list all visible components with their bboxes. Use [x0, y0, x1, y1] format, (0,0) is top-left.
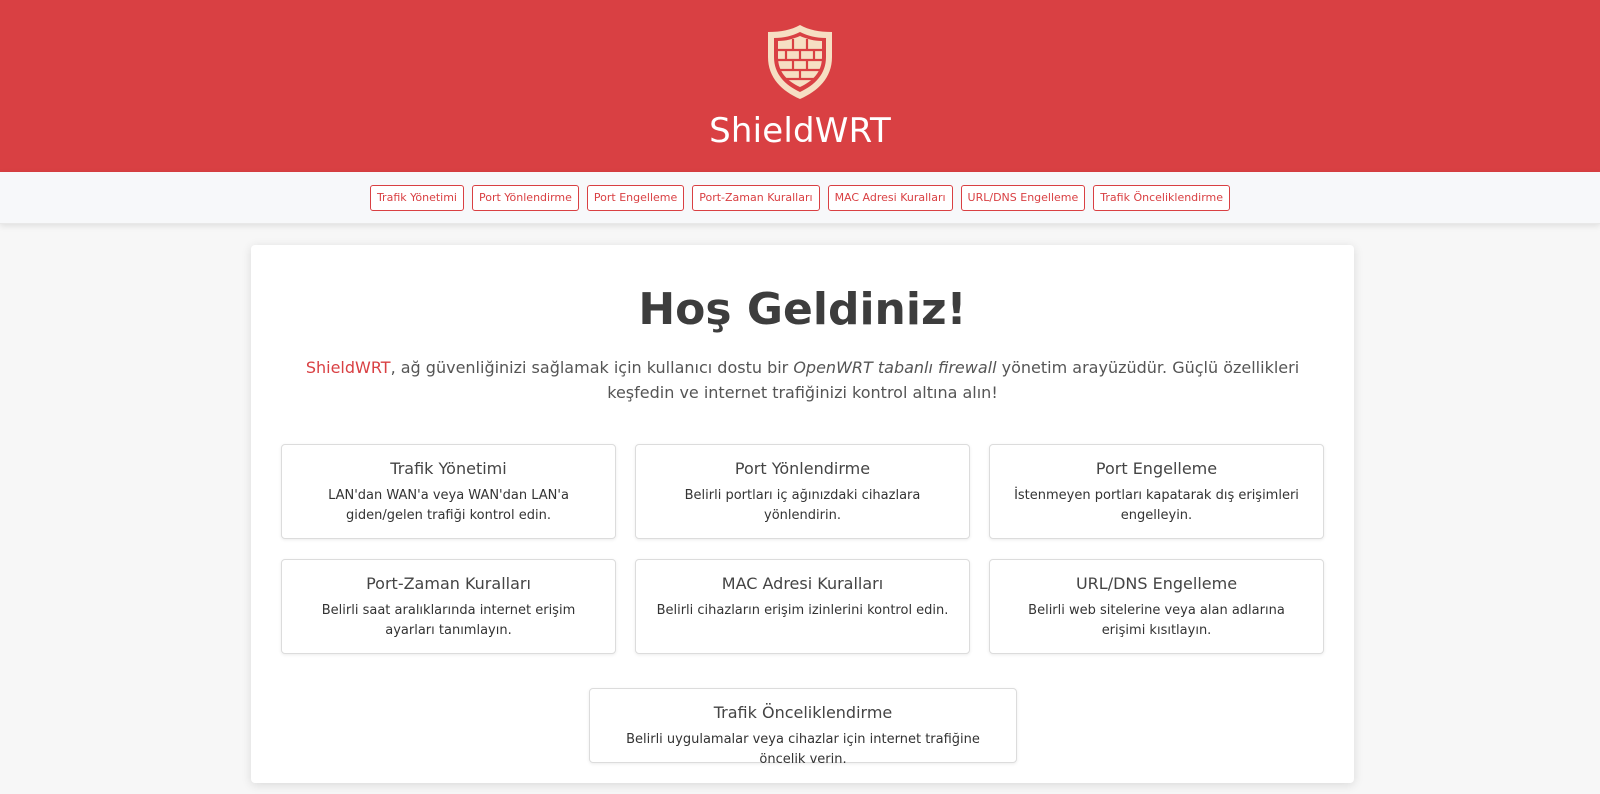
brand-title: ShieldWRT [709, 111, 891, 151]
feature-card-traffic-prioritization[interactable]: Trafik Önceliklendirme Belirli uygulamal… [589, 688, 1017, 767]
feature-card-port-blocking[interactable]: Port Engelleme İstenmeyen portları kapat… [989, 444, 1324, 539]
feature-card-url-dns-blocking[interactable]: URL/DNS Engelleme Belirli web sitelerine… [989, 559, 1324, 654]
feature-desc: Belirli saat aralıklarında internet eriş… [321, 603, 576, 638]
feature-card-mac-address-rules[interactable]: MAC Adresi Kuralları Belirli cihazların … [635, 559, 970, 654]
main-nav: Trafik Yönetimi Port Yönlendirme Port En… [0, 172, 1600, 224]
nav-port-forwarding[interactable]: Port Yönlendirme [471, 184, 579, 211]
nav-port-blocking[interactable]: Port Engelleme [586, 184, 685, 211]
page-title: Hoş Geldiniz! [638, 284, 967, 335]
shield-wall-icon [763, 23, 837, 101]
nav-traffic-prioritization[interactable]: Trafik Önceliklendirme [1093, 184, 1231, 211]
feature-title: Port Yönlendirme [734, 459, 871, 478]
feature-desc: Belirli cihazların erişim izinlerini kon… [656, 603, 949, 618]
intro-brand: ShieldWRT [305, 358, 391, 377]
feature-card-port-time-rules[interactable]: Port-Zaman Kuralları Belirli saat aralık… [281, 559, 616, 654]
intro-text: ShieldWRT, ağ güvenliğinizi sağlamak içi… [291, 355, 1314, 405]
feature-title: Trafik Yönetimi [390, 459, 507, 478]
feature-desc: Belirli portları iç ağınızdaki cihazlara… [684, 488, 921, 523]
feature-desc: İstenmeyen portları kapatarak dış erişim… [1014, 488, 1299, 523]
nav-url-dns-blocking[interactable]: URL/DNS Engelleme [960, 184, 1086, 211]
feature-title: Trafik Önceliklendirme [713, 703, 893, 722]
nav-traffic-management[interactable]: Trafik Yönetimi [369, 184, 464, 211]
intro-part-1: , ağ güvenliğinizi sağlamak için kullanı… [390, 358, 794, 377]
feature-title: MAC Adresi Kuralları [721, 574, 884, 593]
nav-mac-address-rules[interactable]: MAC Adresi Kuralları [827, 184, 953, 211]
feature-desc: Belirli web sitelerine veya alan adların… [1028, 603, 1285, 638]
feature-desc: LAN'dan WAN'a veya WAN'dan LAN'a giden/g… [328, 488, 569, 523]
welcome-panel: Hoş Geldiniz! ShieldWRT, ağ güvenliğiniz… [251, 245, 1354, 783]
feature-card-port-forwarding[interactable]: Port Yönlendirme Belirli portları iç ağı… [635, 444, 970, 539]
site-header: ShieldWRT [0, 0, 1600, 172]
feature-card-traffic-management[interactable]: Trafik Yönetimi LAN'dan WAN'a veya WAN'd… [281, 444, 616, 539]
feature-desc: Belirli uygulamalar veya cihazlar için i… [626, 732, 980, 767]
intro-emphasis: OpenWRT tabanlı firewall [793, 358, 997, 377]
feature-title: URL/DNS Engelleme [1075, 574, 1238, 593]
feature-title: Port-Zaman Kuralları [366, 574, 531, 593]
nav-port-time-rules[interactable]: Port-Zaman Kuralları [692, 184, 820, 211]
feature-title: Port Engelleme [1095, 459, 1218, 478]
